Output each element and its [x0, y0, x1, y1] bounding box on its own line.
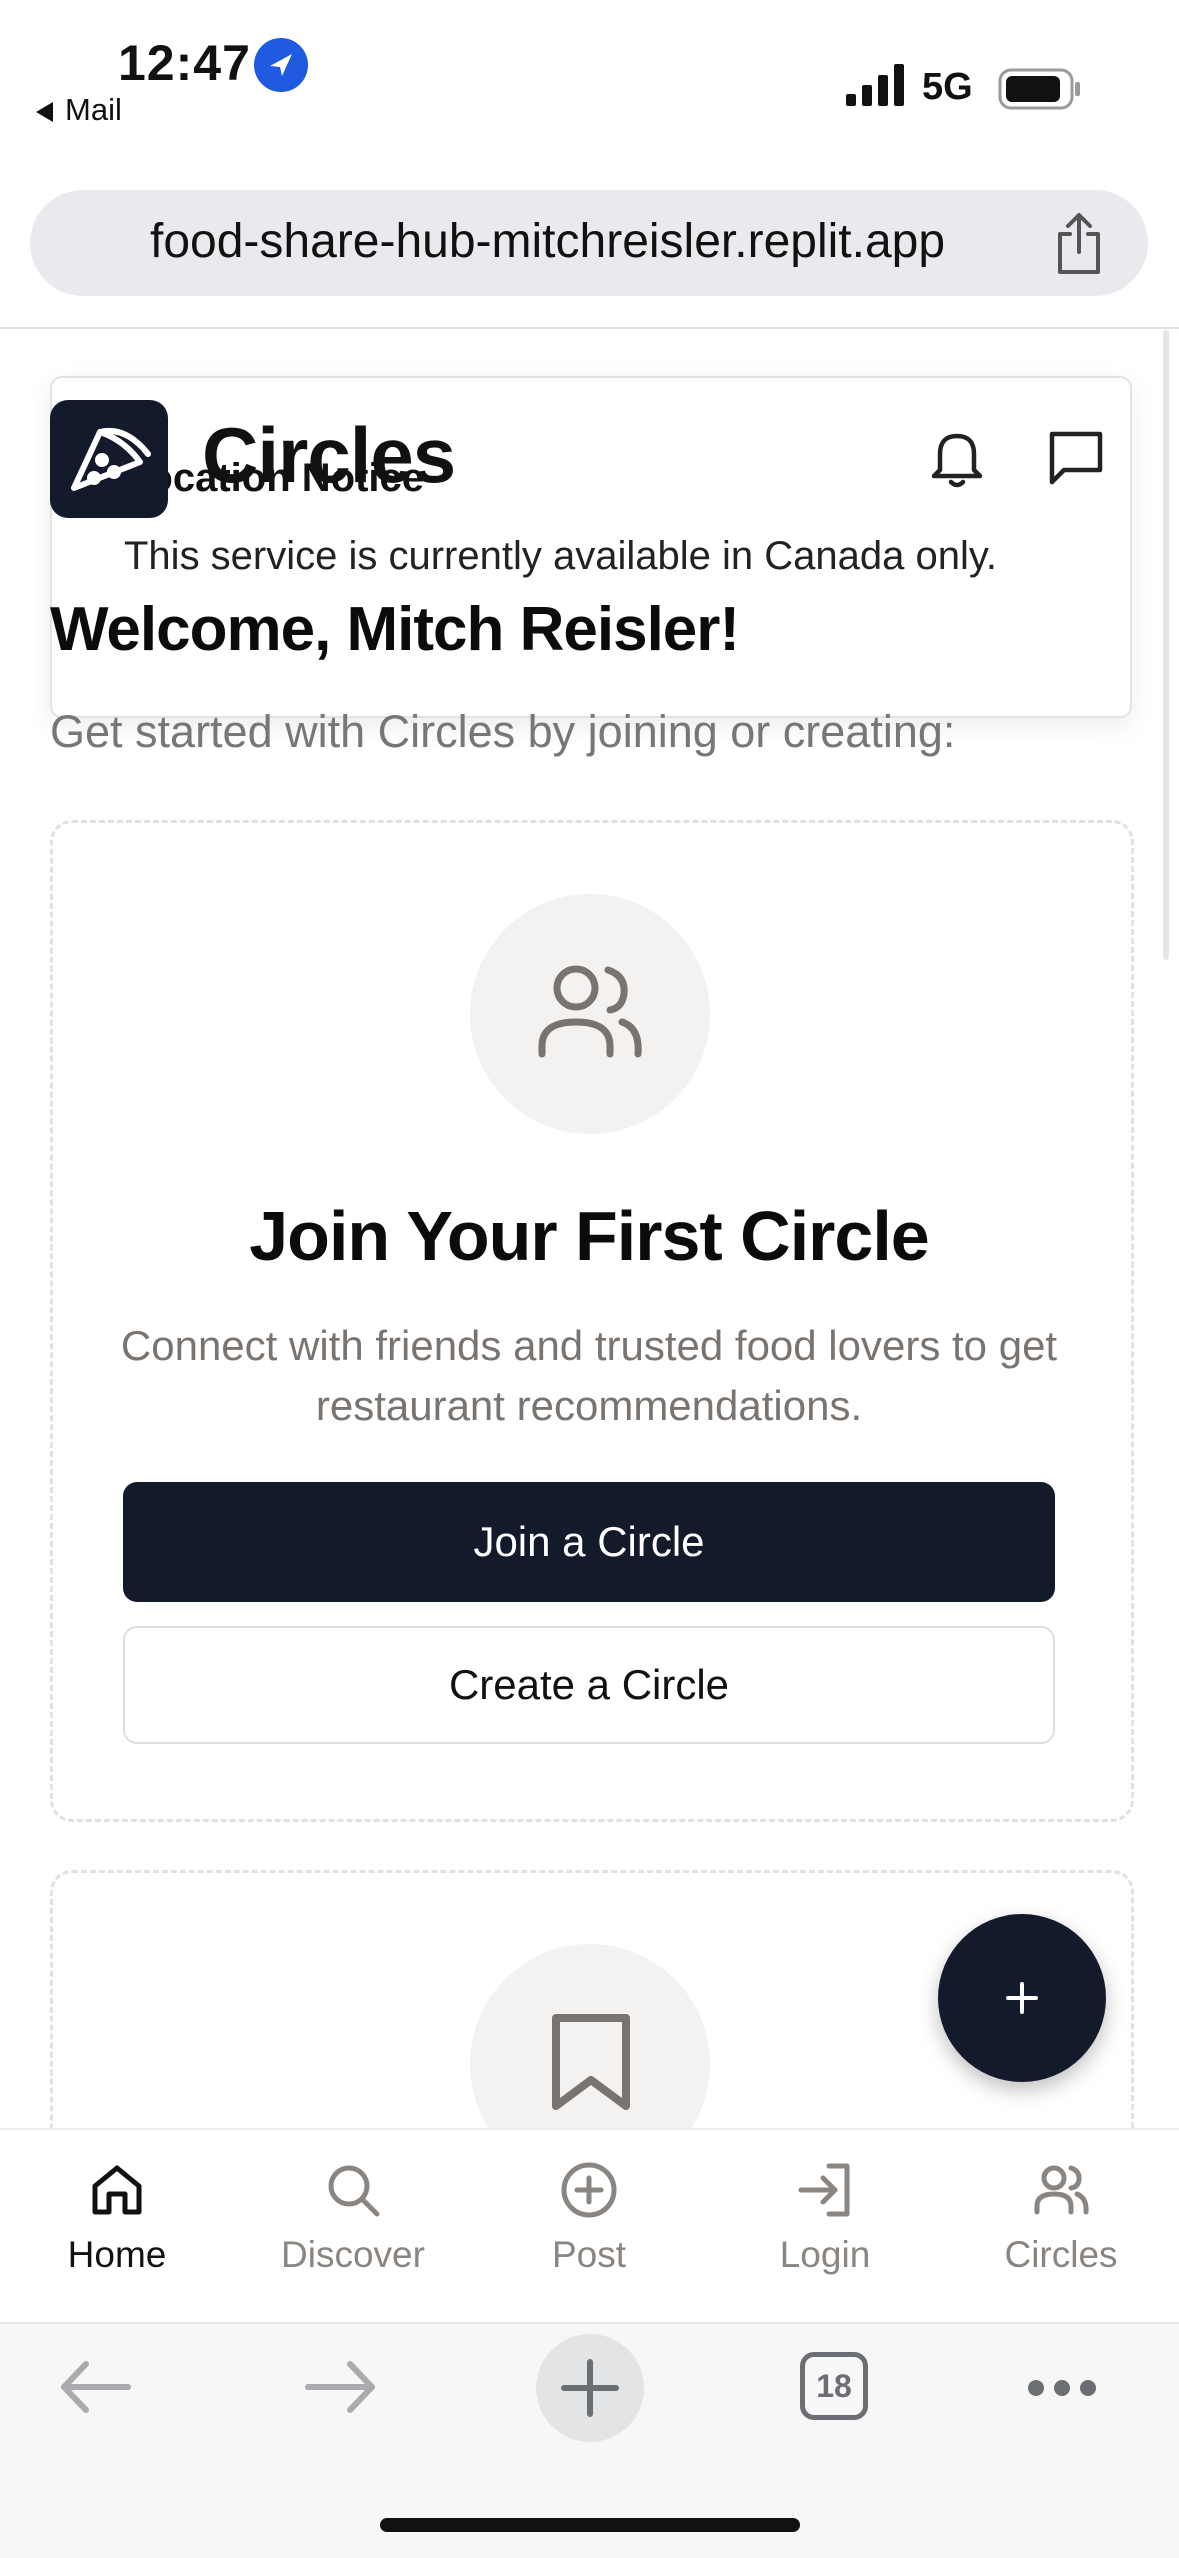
users-icon: [1034, 2165, 1089, 2215]
intro-text: Get started with Circles by joining or c…: [50, 706, 956, 757]
nav-post-label: Post: [551, 2234, 627, 2275]
add-post-fab[interactable]: [938, 1914, 1106, 2082]
bell-icon[interactable]: [926, 426, 988, 497]
nav-login-label: Login: [779, 2234, 871, 2275]
location-arrow-icon: [254, 38, 308, 92]
nav-discover[interactable]: Discover: [253, 2160, 453, 2276]
card-description: Connect with friends and trusted food lo…: [120, 1322, 1058, 1429]
join-circle-button[interactable]: Join a Circle: [123, 1482, 1055, 1602]
users-icon: [530, 954, 650, 1079]
nav-home-label: Home: [67, 2234, 167, 2275]
divider: [0, 327, 1179, 329]
bookmark-icon: [546, 2010, 636, 2119]
plus-icon: [1006, 1982, 1038, 2014]
pizza-logo-icon[interactable]: [50, 400, 168, 518]
notice-body: This service is currently available in C…: [124, 534, 997, 578]
back-triangle-icon: [36, 101, 53, 122]
network-type: 5G: [922, 66, 973, 108]
more-icon[interactable]: [1026, 2378, 1098, 2403]
new-tab-plus-icon: [560, 2358, 620, 2423]
nav-home[interactable]: Home: [17, 2160, 217, 2276]
home-indicator: [380, 2518, 800, 2532]
home-icon: [92, 2165, 142, 2215]
signal-icon: [846, 64, 908, 113]
back-app-label: Mail: [65, 92, 122, 127]
create-circle-button[interactable]: Create a Circle: [123, 1626, 1055, 1744]
nav-circles[interactable]: Circles: [961, 2160, 1161, 2276]
status-time: 12:47: [118, 35, 251, 91]
nav-circles-label: Circles: [1004, 2234, 1118, 2275]
welcome-heading: Welcome, Mitch Reisler!: [50, 595, 740, 664]
search-icon: [328, 2165, 380, 2217]
share-icon[interactable]: [1050, 212, 1108, 281]
nav-post[interactable]: Post: [489, 2160, 689, 2276]
scrollbar[interactable]: [1163, 330, 1169, 960]
url-text[interactable]: food-share-hub-mitchreisler.replit.app: [150, 214, 945, 269]
plus-circle-icon: [561, 2162, 617, 2218]
forward-arrow-icon[interactable]: [304, 2358, 378, 2421]
nav-discover-label: Discover: [281, 2234, 425, 2275]
back-arrow-icon[interactable]: [58, 2358, 132, 2421]
battery-icon: [998, 68, 1082, 115]
tabs-button[interactable]: 18: [800, 2352, 868, 2420]
nav-login[interactable]: Login: [725, 2160, 925, 2276]
message-icon[interactable]: [1046, 428, 1106, 493]
card-title: Join Your First Circle: [249, 1197, 929, 1275]
brand-title[interactable]: Circles: [202, 410, 456, 501]
back-to-app-link[interactable]: Mail: [36, 92, 122, 128]
login-icon: [798, 2163, 850, 2217]
